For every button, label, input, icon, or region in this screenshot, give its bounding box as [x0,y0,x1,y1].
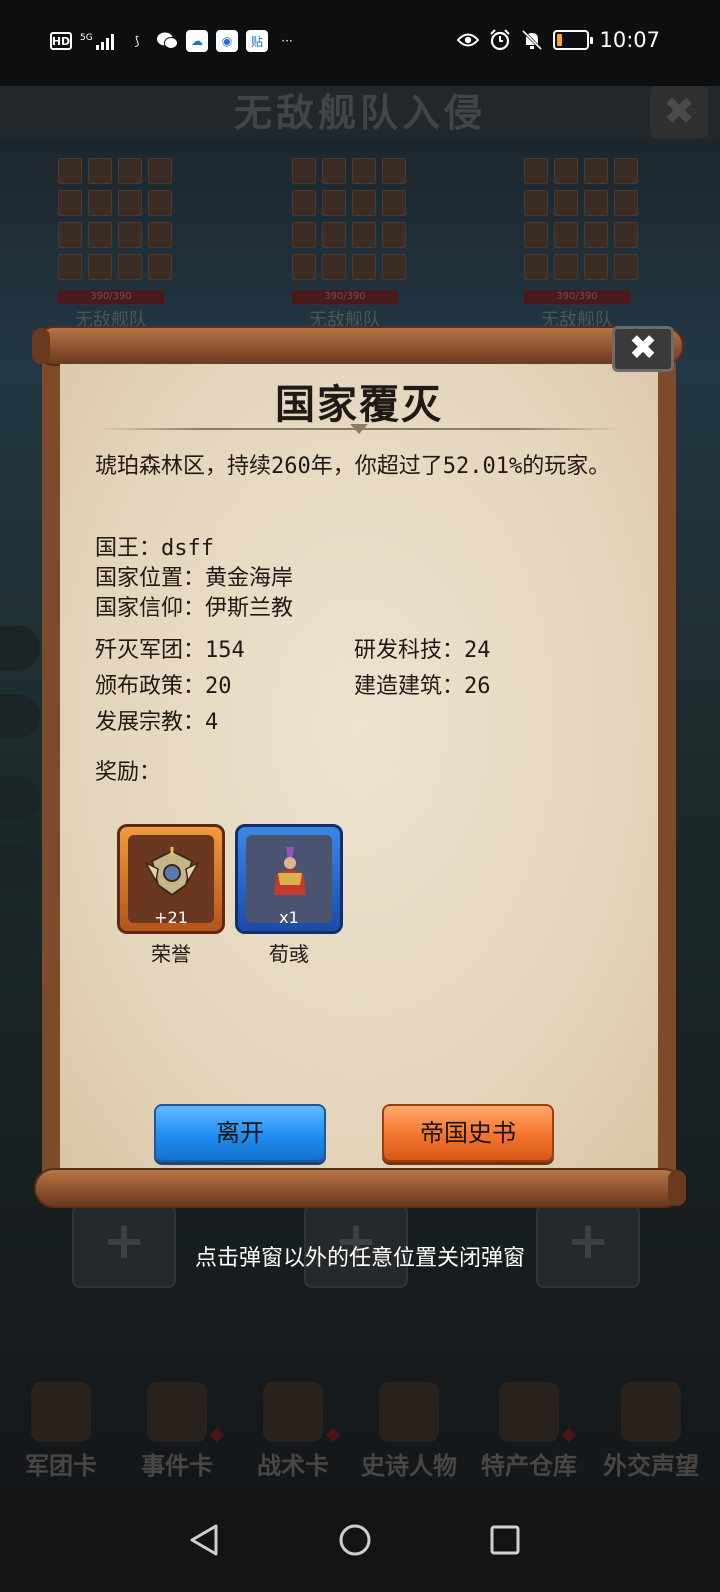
status-bar: HD 5G ⟆ ☁ ◉ 贴 ··· 10:07 [0,0,720,86]
svg-text:5G: 5G [80,33,93,43]
stat-religions-developed: 发展宗教：4 [95,710,219,735]
signal-icon: 5G [80,30,118,52]
navigation-bar [0,1490,720,1592]
recents-icon[interactable] [477,1512,533,1568]
stat-policies-enacted: 颁布政策：20 [95,674,232,699]
rod-end [668,1170,686,1206]
browser-app-icon: ◉ [216,30,238,52]
alarm-icon [489,29,511,51]
dialog-title: 国家覆灭 [275,382,443,428]
faith-line: 国家信仰：伊斯兰教 [95,596,294,621]
stat-techs-researched: 研发科技：24 [354,638,491,663]
hd-icon: HD [50,32,72,50]
battery-level [557,34,563,46]
rewards-label: 奖励： [95,760,162,785]
reward-honor[interactable]: +21 荣誉 [117,824,225,967]
honor-emblem-icon [144,847,200,897]
reward-frame: x1 [235,824,343,934]
reward-character[interactable]: x1 荀彧 [235,824,343,967]
clock: 10:07 [599,28,660,52]
more-notifications-icon: ··· [281,34,293,48]
title-divider-ornament [350,424,368,434]
reward-quantity: x1 [279,908,299,927]
home-icon[interactable] [327,1512,383,1568]
general-portrait-icon [274,847,306,895]
tieba-app-icon: 贴 [246,30,268,52]
reward-name: 荀彧 [269,942,309,966]
reward-name: 荣誉 [151,942,191,966]
reward-frame: +21 [117,824,225,934]
summary-text: 琥珀森林区，持续260年，你超过了52.01%的玩家。 [95,454,611,479]
battery-icon [553,30,594,50]
rod-end [32,328,50,364]
stat-buildings-built: 建造建筑：26 [354,674,491,699]
wechat-icon [156,30,178,52]
chat-app-icon: ☁ [186,30,208,52]
leave-button[interactable]: 离开 [154,1104,326,1162]
mute-bell-icon [521,29,543,51]
scroll-top-rod [32,326,684,366]
eye-icon [457,29,480,51]
close-hint: 点击弹窗以外的任意位置关闭弹窗 [194,1246,525,1271]
stat-legions-destroyed: 歼灭军团：154 [95,638,245,663]
nation-fallen-dialog: 国家覆灭 琥珀森林区，持续260年，你超过了52.01%的玩家。 国王：dsff… [32,326,686,1222]
link-icon: ⟆ [134,34,140,48]
scroll-bottom-rod [34,1168,686,1208]
back-icon[interactable] [176,1512,232,1568]
dialog-close-button[interactable]: ✖ [612,326,674,372]
empire-history-button[interactable]: 帝国史书 [382,1104,554,1162]
location-line: 国家位置：黄金海岸 [95,566,294,591]
king-line: 国王：dsff [95,536,214,561]
reward-quantity: +21 [154,908,188,927]
parchment: 国家覆灭 琥珀森林区，持续260年，你超过了52.01%的玩家。 国王：dsff… [60,364,658,1168]
